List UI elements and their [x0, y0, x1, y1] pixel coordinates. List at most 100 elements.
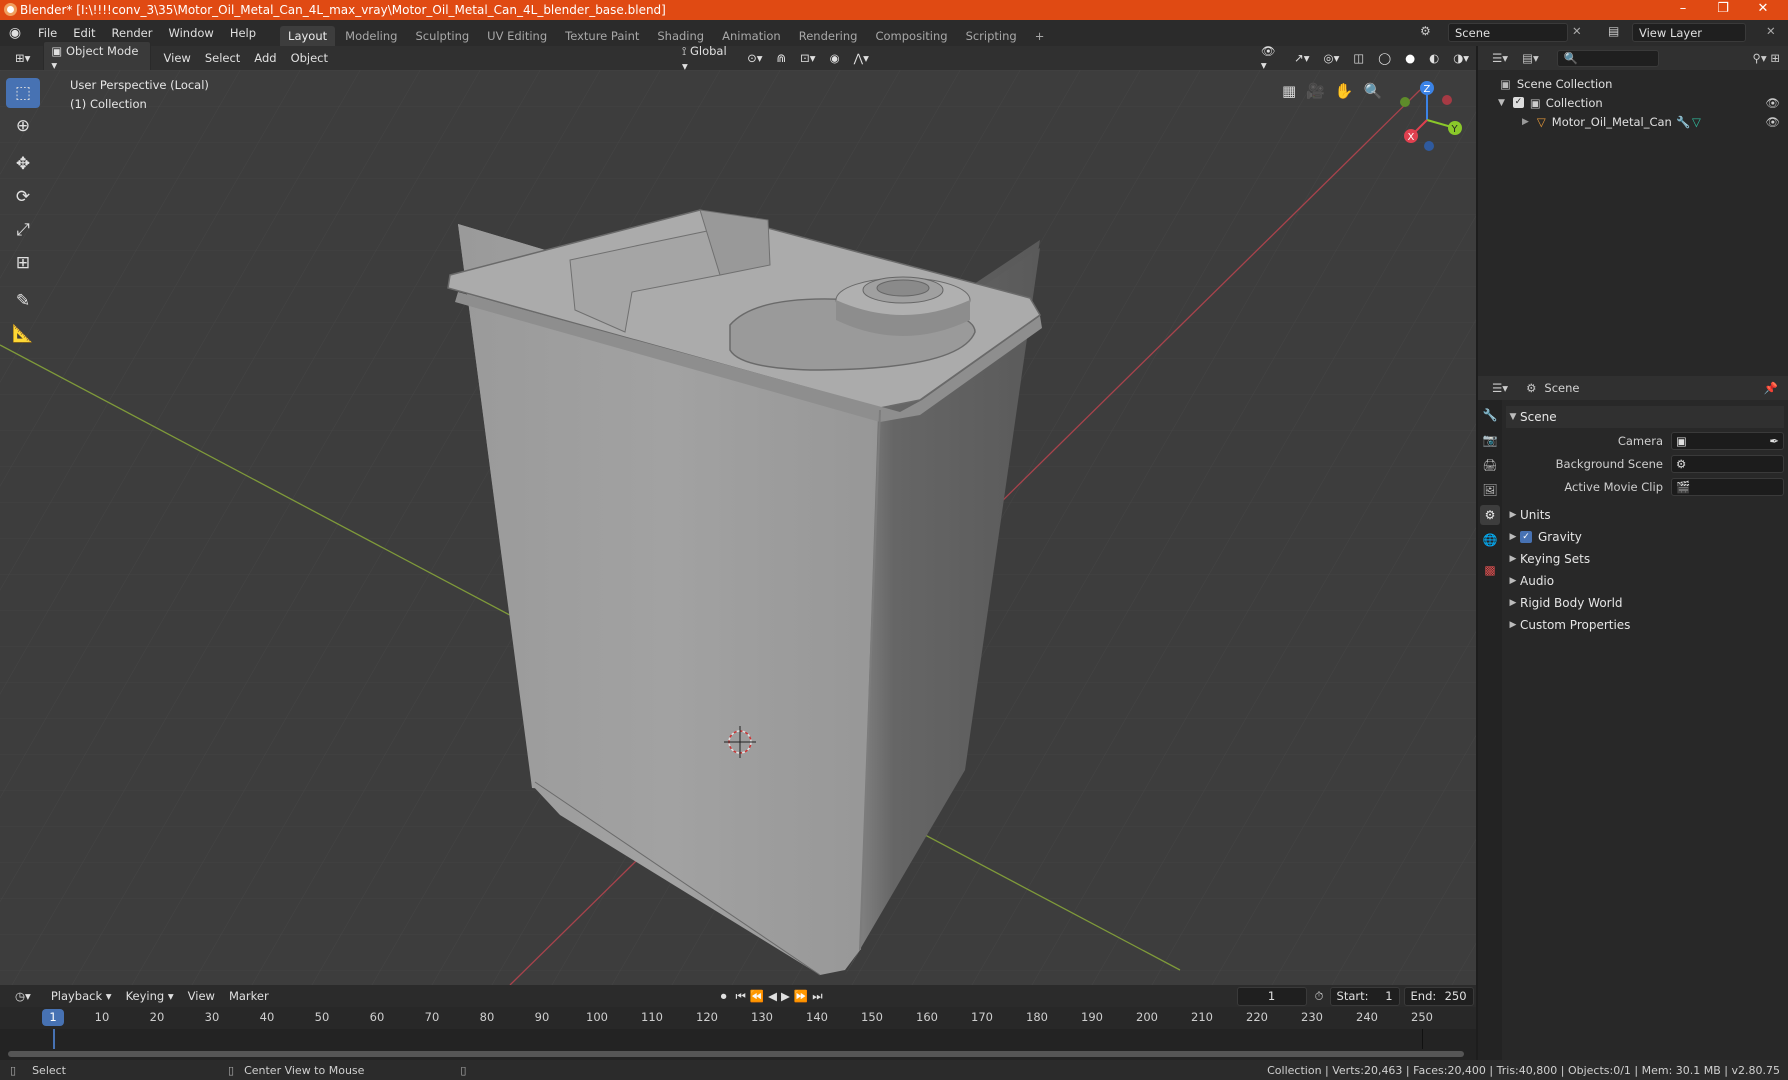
- grid-view-icon[interactable]: ▦: [1282, 82, 1296, 100]
- keying-sets-panel[interactable]: ▶ Keying Sets: [1506, 548, 1784, 570]
- view-layer-tab-icon[interactable]: 🖼: [1480, 480, 1500, 500]
- record-icon[interactable]: ⏺: [714, 987, 734, 1006]
- falloff-icon[interactable]: ⋀▾: [847, 49, 876, 67]
- gravity-checkbox[interactable]: ✓: [1520, 531, 1532, 543]
- outliner-editor-type-icon[interactable]: ☰▾: [1492, 51, 1508, 65]
- object-menu[interactable]: Object: [284, 49, 335, 67]
- marker-menu[interactable]: Marker: [222, 987, 276, 1005]
- play-icon[interactable]: ▶: [779, 987, 792, 1005]
- close-scene-icon[interactable]: ✕: [1572, 24, 1582, 38]
- measure-tool-icon[interactable]: 📐: [6, 319, 40, 349]
- background-scene-field[interactable]: ⚙: [1671, 455, 1784, 473]
- tab-layout[interactable]: Layout: [280, 26, 336, 46]
- movie-clip-field[interactable]: 🎬: [1671, 478, 1784, 496]
- properties-editor-type-icon[interactable]: ☰▾: [1492, 381, 1508, 395]
- jump-start-icon[interactable]: ⏮: [733, 987, 747, 1006]
- end-frame-field[interactable]: End: 250: [1403, 986, 1474, 1006]
- solid-shading-icon[interactable]: ●: [1398, 49, 1422, 67]
- current-frame-indicator[interactable]: 1: [42, 1009, 64, 1026]
- blender-menu-icon[interactable]: ◉: [0, 25, 30, 41]
- view-layer-selector[interactable]: View Layer: [1632, 23, 1746, 42]
- camera-view-icon[interactable]: 🎥: [1306, 82, 1325, 100]
- modifier-wrench-icon[interactable]: 🔧: [1676, 115, 1690, 129]
- outliner-scene-collection[interactable]: ▣ Scene Collection: [1478, 74, 1788, 93]
- minimize-button[interactable]: –: [1663, 0, 1703, 20]
- playback-menu[interactable]: Playback ▾: [44, 987, 119, 1005]
- tab-rendering[interactable]: Rendering: [791, 26, 866, 46]
- units-panel[interactable]: ▶ Units: [1506, 504, 1784, 526]
- jump-end-icon[interactable]: ⏭: [810, 987, 824, 1006]
- select-menu[interactable]: Select: [198, 49, 247, 67]
- eyedropper-icon[interactable]: ✒: [1769, 434, 1779, 448]
- current-frame-field[interactable]: 1: [1236, 986, 1307, 1006]
- outliner-object-row[interactable]: ▶ ▽ Motor_Oil_Metal_Can 🔧 ▽ 👁: [1478, 112, 1788, 131]
- menu-window[interactable]: Window: [160, 26, 221, 40]
- gizmo-toggle-icon[interactable]: ↗▾: [1287, 49, 1316, 67]
- start-frame-field[interactable]: Start: 1: [1329, 986, 1400, 1006]
- navigation-gizmo[interactable]: Z Y X: [1385, 78, 1475, 158]
- add-menu[interactable]: Add: [247, 49, 283, 67]
- stopwatch-icon[interactable]: ⏱: [1315, 989, 1324, 1004]
- timeline-scrollbar[interactable]: [8, 1051, 1464, 1057]
- pin-icon[interactable]: 📌: [1764, 381, 1778, 395]
- scene-section-header[interactable]: ▼ Scene: [1506, 406, 1784, 428]
- audio-panel[interactable]: ▶ Audio: [1506, 570, 1784, 592]
- display-mode-icon[interactable]: ▤▾: [1522, 51, 1539, 65]
- collapse-arrow-icon[interactable]: ▶: [1522, 117, 1529, 127]
- tab-modeling[interactable]: Modeling: [337, 26, 405, 46]
- gravity-panel[interactable]: ▶ ✓ Gravity: [1506, 526, 1784, 548]
- tab-scripting[interactable]: Scripting: [958, 26, 1025, 46]
- timeline-view-menu[interactable]: View: [181, 987, 222, 1005]
- scene-tab-icon[interactable]: ⚙: [1480, 505, 1500, 525]
- tab-compositing[interactable]: Compositing: [867, 26, 955, 46]
- annotate-tool-icon[interactable]: ✎: [6, 286, 40, 316]
- select-box-tool-icon[interactable]: ⬚: [6, 78, 40, 108]
- close-view-layer-icon[interactable]: ✕: [1766, 24, 1776, 38]
- xray-icon[interactable]: ◫: [1346, 49, 1371, 67]
- mesh-data-icon[interactable]: ▽: [1692, 115, 1701, 129]
- zoom-icon[interactable]: 🔍: [1364, 82, 1383, 100]
- rotate-tool-icon[interactable]: ⟳: [6, 182, 40, 212]
- 3d-viewport[interactable]: ⬚ ⊕ ✥ ⟳ ⤢ ⊞ ✎ 📐 User Perspective (Local)…: [0, 70, 1476, 985]
- menu-help[interactable]: Help: [222, 26, 264, 40]
- prev-keyframe-icon[interactable]: ⏪: [748, 987, 766, 1005]
- custom-properties-panel[interactable]: ▶ Custom Properties: [1506, 614, 1784, 636]
- expand-arrow-icon[interactable]: ▼: [1498, 98, 1505, 108]
- world-tab-icon[interactable]: 🌐: [1480, 530, 1500, 550]
- scale-tool-icon[interactable]: ⤢: [6, 215, 40, 245]
- tab-sculpting[interactable]: Sculpting: [407, 26, 477, 46]
- timeline-ruler[interactable]: 1 10 20 30 40 50 60 70 80 90 100 110 120…: [0, 1007, 1476, 1029]
- material-shading-icon[interactable]: ◐: [1422, 49, 1446, 67]
- eye-icon[interactable]: 👁: [1765, 96, 1780, 110]
- scene-selector[interactable]: Scene: [1448, 23, 1568, 42]
- output-tab-icon[interactable]: 🖨: [1480, 455, 1500, 475]
- add-workspace-button[interactable]: +: [1027, 26, 1053, 46]
- next-keyframe-icon[interactable]: ⏩: [792, 987, 810, 1005]
- pivot-icon[interactable]: ⊙▾: [740, 49, 769, 67]
- render-tab-icon[interactable]: 📷: [1480, 430, 1500, 450]
- proportional-edit-icon[interactable]: ◉: [823, 49, 847, 67]
- editor-type-icon[interactable]: ⊞▾: [8, 49, 37, 67]
- overlay-icon[interactable]: ◎▾: [1317, 49, 1347, 67]
- snap-icon[interactable]: ⋒: [770, 49, 794, 67]
- cursor-tool-icon[interactable]: ⊕: [6, 111, 40, 141]
- timeline-editor-type-icon[interactable]: ◷▾: [8, 987, 38, 1005]
- close-button[interactable]: ✕: [1743, 0, 1783, 20]
- snap-target-icon[interactable]: ⊡▾: [793, 49, 822, 67]
- outliner-search-input[interactable]: 🔍: [1556, 49, 1659, 67]
- menu-edit[interactable]: Edit: [65, 26, 103, 40]
- texture-tab-icon[interactable]: ▩: [1480, 560, 1500, 580]
- wireframe-shading-icon[interactable]: ◯: [1371, 49, 1398, 67]
- camera-field[interactable]: ▣ ✒: [1671, 432, 1784, 450]
- pan-hand-icon[interactable]: ✋: [1335, 82, 1354, 100]
- rendered-shading-icon[interactable]: ◑▾: [1446, 49, 1476, 67]
- menu-file[interactable]: File: [30, 26, 65, 40]
- timeline-track[interactable]: [0, 1029, 1476, 1060]
- view-menu[interactable]: View: [157, 49, 198, 67]
- outliner-collection-row[interactable]: ▼ ✓ ▣ Collection 👁: [1478, 93, 1788, 112]
- eye-icon[interactable]: 👁: [1765, 115, 1780, 129]
- play-reverse-icon[interactable]: ◀: [766, 987, 779, 1005]
- maximize-button[interactable]: ❐: [1703, 0, 1743, 20]
- keying-menu[interactable]: Keying ▾: [119, 987, 181, 1005]
- tab-uv-editing[interactable]: UV Editing: [479, 26, 555, 46]
